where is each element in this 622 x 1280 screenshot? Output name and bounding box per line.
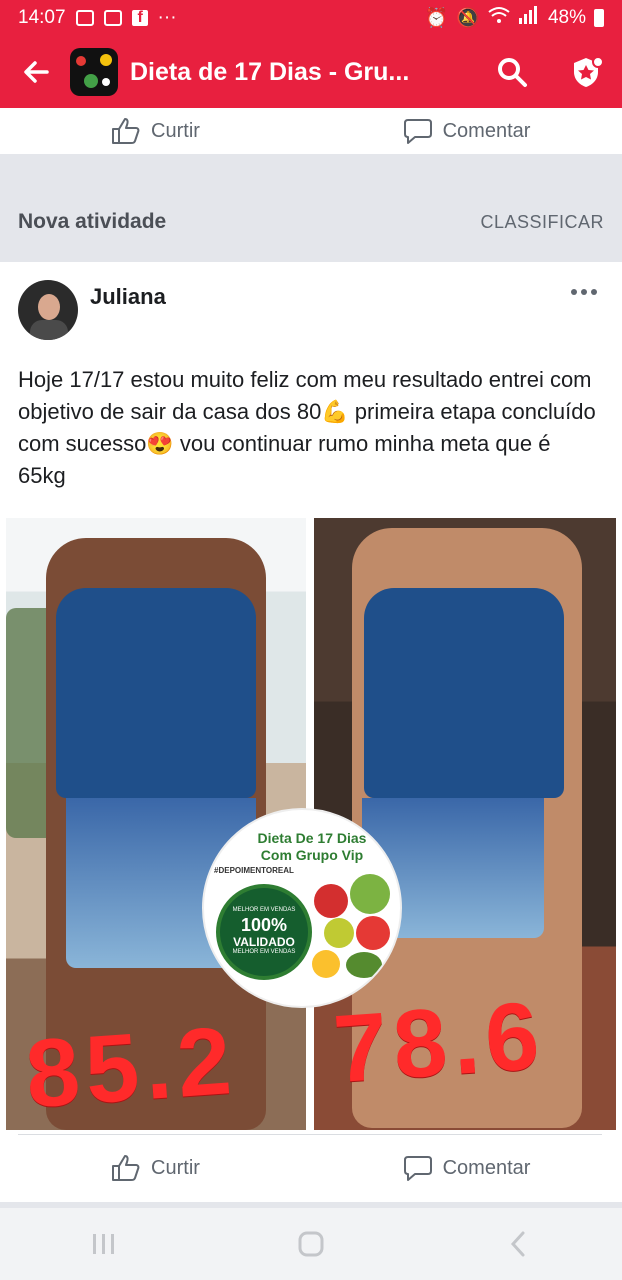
comment-label: Comentar	[442, 119, 531, 142]
thumbs-up-icon	[112, 1155, 140, 1181]
after-photo: 78.6	[314, 518, 616, 1130]
notification-dot	[592, 56, 604, 68]
battery-icon	[594, 9, 604, 27]
comment-button[interactable]: Comentar	[311, 1154, 622, 1182]
after-weight: 78.6	[330, 981, 549, 1104]
recents-button[interactable]	[74, 1224, 134, 1264]
seal-percent: 100%	[240, 915, 288, 935]
like-label: Curtir	[151, 1156, 200, 1179]
search-icon	[498, 58, 527, 87]
status-bar: 14:07 ··· ⏰ 🔕 48%	[0, 0, 622, 36]
author-name[interactable]: Juliana	[90, 284, 166, 310]
validated-badge: MELHOR EM VENDAS 100% VALIDADO MELHOR EM…	[216, 884, 312, 980]
arrow-left-icon	[24, 61, 49, 83]
wifi-icon	[488, 6, 510, 30]
gallery-icon	[75, 10, 94, 26]
chevron-left-icon	[511, 1231, 525, 1257]
group-avatar[interactable]	[70, 48, 118, 96]
alarm-icon: ⏰	[424, 8, 449, 29]
post-header: Juliana	[18, 280, 604, 342]
vegetables-image	[304, 874, 400, 984]
search-button[interactable]	[492, 52, 532, 92]
seal-tag: #DEPOIMENTOREAL	[214, 866, 294, 875]
voicemail-icon	[103, 10, 122, 26]
group-title[interactable]: Dieta de 17 Dias - Gru...	[130, 58, 409, 87]
before-weight: 85.2	[22, 1006, 241, 1129]
more-horizontal-icon	[571, 289, 577, 295]
signal-icon	[518, 6, 540, 30]
home-button[interactable]	[281, 1224, 341, 1264]
post-card: Juliana Hoje 17/17 estou muito feliz com…	[0, 262, 622, 1202]
comment-icon	[403, 1156, 432, 1181]
sort-button[interactable]: CLASSIFICAR	[480, 212, 604, 233]
overflow-dots-icon: ···	[157, 7, 177, 28]
comment-label: Comentar	[442, 1156, 531, 1179]
recents-icon	[92, 1234, 114, 1254]
validation-seal: Dieta De 17 Dias Com Grupo Vip #DEPOIMEN…	[202, 808, 402, 1008]
section-title: Nova atividade	[18, 210, 167, 233]
back-nav-button[interactable]	[488, 1224, 548, 1264]
post-photo[interactable]: 85.2 78.6 Dieta De 17 Dias Com Grupo Vip…	[6, 518, 616, 1130]
comment-button[interactable]: Comentar	[311, 117, 622, 145]
thumbs-up-icon	[112, 118, 140, 144]
seal-arc-bottom: MELHOR EM VENDAS	[232, 949, 296, 955]
previous-post-actions: Curtir Comentar	[0, 108, 622, 154]
post-text: Hoje 17/17 estou muito feliz com meu res…	[18, 367, 596, 488]
back-button[interactable]	[16, 52, 56, 92]
app-bar: Dieta de 17 Dias - Gru...	[0, 36, 622, 108]
home-icon	[298, 1231, 324, 1257]
like-button[interactable]: Curtir	[0, 1154, 311, 1182]
clock: 14:07	[18, 7, 66, 28]
seal-title: Dieta De 17 Dias Com Grupo Vip	[257, 830, 367, 863]
system-nav-bar	[0, 1208, 622, 1280]
more-options-button[interactable]	[564, 282, 604, 302]
admin-badge-button[interactable]	[566, 52, 606, 92]
mute-icon: 🔕	[456, 8, 480, 29]
divider	[18, 1134, 602, 1135]
comment-icon	[403, 119, 432, 144]
like-button[interactable]: Curtir	[0, 117, 311, 145]
seal-arc-top: MELHOR EM VENDAS	[232, 907, 296, 913]
section-header: Nova atividade CLASSIFICAR	[0, 192, 622, 252]
like-label: Curtir	[151, 119, 200, 142]
seal-validated: VALIDADO	[233, 935, 295, 949]
facebook-icon	[131, 9, 148, 27]
battery-label: 48%	[547, 7, 586, 28]
post-actions: Curtir Comentar	[0, 1142, 622, 1194]
screen: 14:07 ··· ⏰ 🔕 48%	[0, 0, 622, 1280]
author-avatar[interactable]	[18, 280, 78, 340]
